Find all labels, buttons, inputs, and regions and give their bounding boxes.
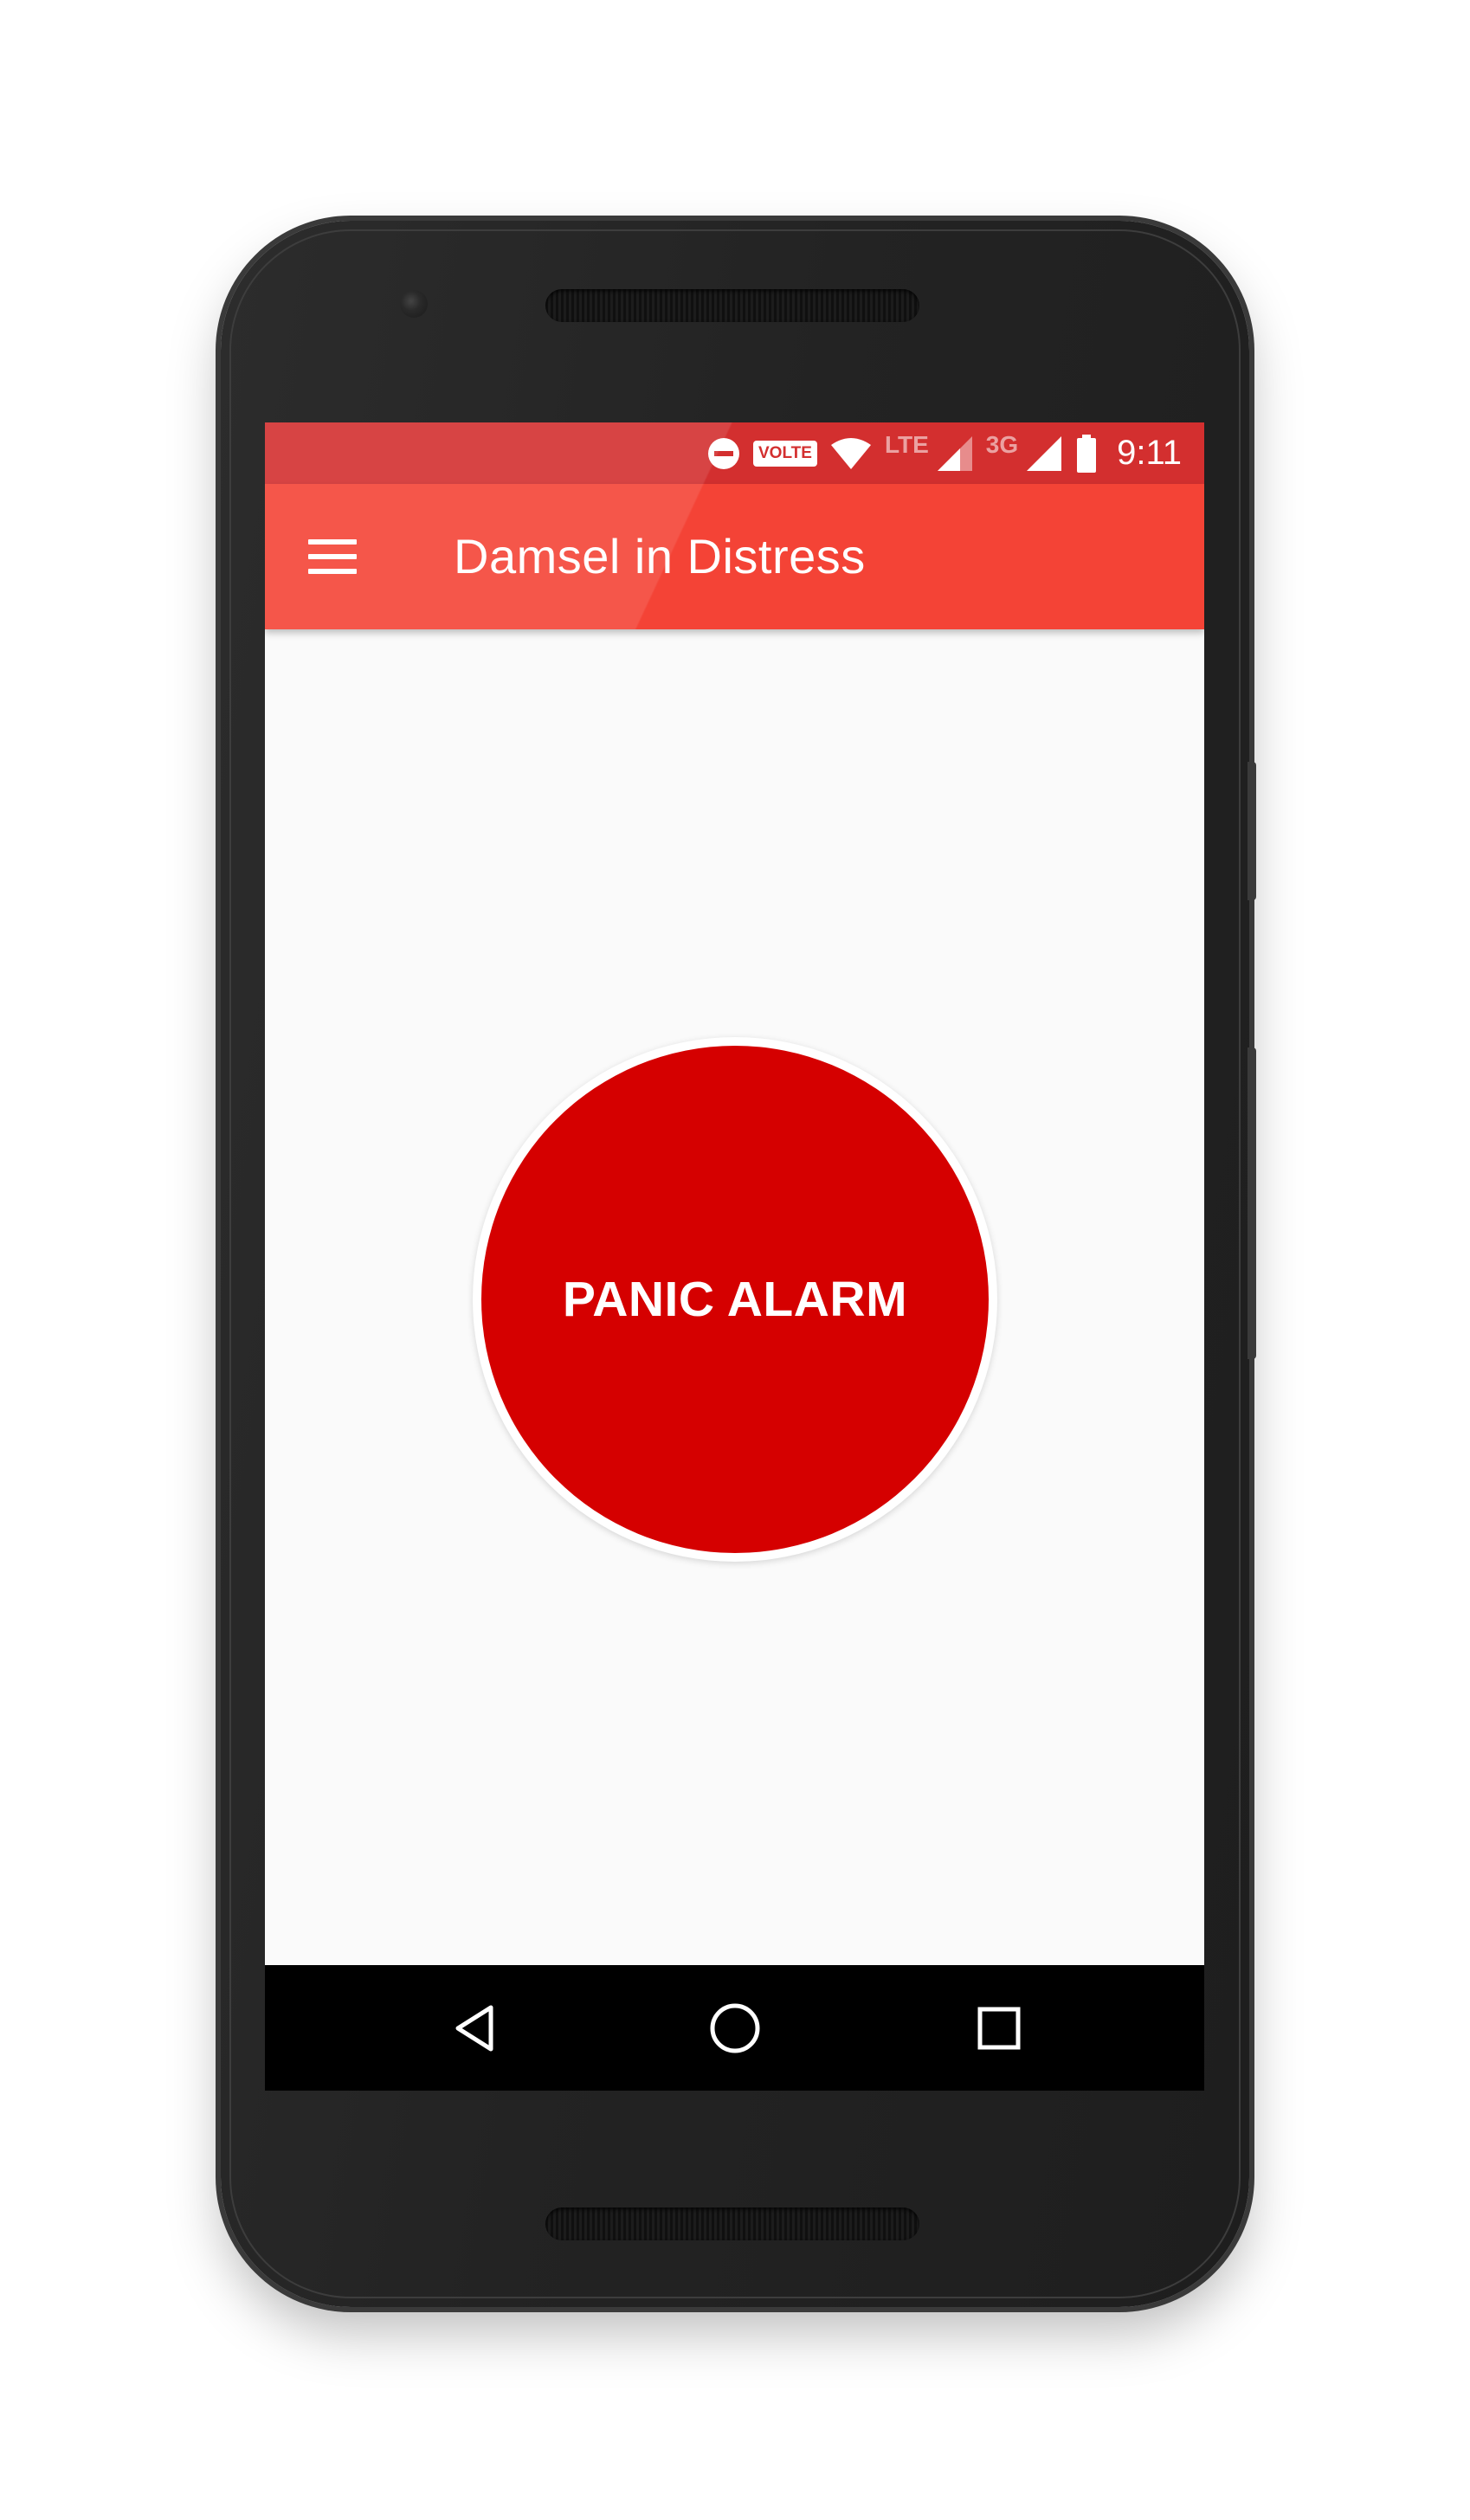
hamburger-menu-icon[interactable]: [300, 524, 365, 590]
lte-label: LTE: [884, 430, 929, 458]
do-not-disturb-icon: [706, 436, 741, 471]
home-icon[interactable]: [672, 1965, 797, 2091]
page-title: Damsel in Distress: [454, 529, 866, 583]
battery-icon: [1075, 434, 1098, 473]
wifi-icon: [829, 436, 873, 471]
back-icon[interactable]: [414, 1965, 539, 2091]
phone-screen: VOLTE LTE 3G 9:11 Damsel in Distress PAN…: [265, 422, 1204, 2091]
panic-alarm-button[interactable]: PANIC ALARM: [481, 1046, 989, 1553]
status-bar: VOLTE LTE 3G 9:11: [265, 422, 1204, 484]
3g-label: 3G: [985, 430, 1019, 458]
volte-icon: VOLTE: [753, 440, 817, 467]
navigation-bar: [265, 1965, 1204, 2091]
front-camera: [400, 290, 428, 318]
power-button: [1248, 762, 1256, 900]
3g-signal-icon: [1025, 435, 1063, 473]
top-speaker-grille: [545, 289, 919, 322]
lte-signal-icon: [936, 435, 974, 473]
recents-icon[interactable]: [936, 1965, 1061, 2091]
bottom-speaker-grille: [545, 2207, 919, 2240]
status-time: 9:11: [1117, 434, 1182, 472]
app-toolbar: Damsel in Distress: [265, 484, 1204, 629]
status-icons: VOLTE LTE 3G 9:11: [706, 422, 1182, 484]
volume-button: [1248, 1047, 1256, 1359]
